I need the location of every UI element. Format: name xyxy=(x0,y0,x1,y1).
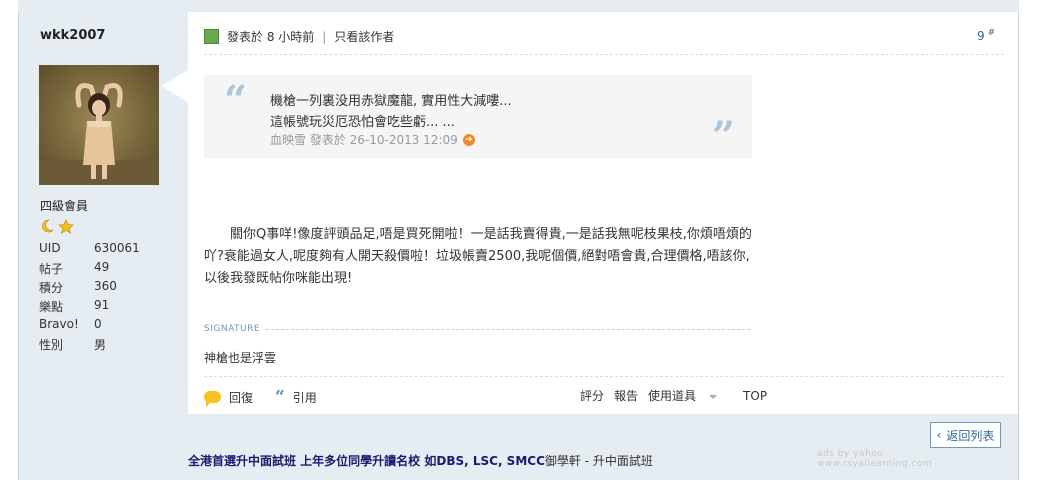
header-divider xyxy=(204,54,1004,55)
stat-value: 360 xyxy=(94,279,117,293)
stat-label: UID xyxy=(39,241,61,255)
stat-label: Bravo! xyxy=(39,317,79,331)
ads-credit: ads by yahoo www.rsyallearning.com xyxy=(817,449,932,469)
quote-button[interactable]: 引用 xyxy=(293,389,317,406)
author-rank[interactable]: 四級會員 xyxy=(40,197,88,214)
post-time: 發表於 8 小時前 xyxy=(227,30,315,44)
post-tools: 評分 報告 使用道具 TOP xyxy=(580,387,777,404)
stat-label: 樂點 xyxy=(39,300,64,314)
tools-label[interactable]: 使用道具 xyxy=(648,389,696,403)
quote-meta-text: 血映雪 發表於 26-10-2013 12:09 xyxy=(270,133,458,147)
stat-value[interactable]: 49 xyxy=(94,260,109,279)
quote-meta: 血映雪 發表於 26-10-2013 12:09 ➜ xyxy=(270,131,475,148)
stat-posts: 帖子 49 xyxy=(39,260,140,279)
stat-label: 積分 xyxy=(39,281,64,295)
star-icon xyxy=(58,219,74,234)
stat-label: 帖子 xyxy=(39,262,64,276)
floor-value[interactable]: 9 xyxy=(977,29,985,43)
post-header: 發表於 8 小時前 | 只看該作者 xyxy=(204,28,394,45)
top-divider xyxy=(188,10,1019,12)
back-to-list-button[interactable]: ‹ 返回列表 xyxy=(930,422,1001,448)
stat-bravo: Bravo! 0 xyxy=(39,317,140,336)
report-button[interactable]: 報告 xyxy=(614,387,638,404)
stat-value: 0 xyxy=(94,317,102,331)
top-button[interactable]: TOP xyxy=(743,389,767,403)
quote-line-1: 機槍一列裏没用赤獄魔龍, 實用性大減嘍... xyxy=(270,94,512,109)
close-quote-icon: ” xyxy=(712,113,736,160)
ad-suffix-text[interactable]: 御學軒 - 升中面試班 xyxy=(545,454,653,468)
quote-icon[interactable]: “ xyxy=(275,387,285,407)
online-status-icon xyxy=(204,29,219,44)
stat-label: 性別 xyxy=(39,338,64,352)
ad-link[interactable]: 全港首選升中面試班 上年多位同學升讀名校 如DBS, LSC, SMCC御學軒 … xyxy=(188,452,653,469)
stat-value: 91 xyxy=(94,298,110,312)
bottom-bar xyxy=(19,414,1018,480)
open-quote-icon: “ xyxy=(224,77,248,124)
signature-text: 神槍也是浮雲 xyxy=(204,351,277,365)
signature-label: SIGNATURE xyxy=(204,324,750,334)
reply-button[interactable]: 回復 xyxy=(229,389,253,406)
ads-site-text: www.rsyallearning.com xyxy=(817,459,933,469)
moon-icon xyxy=(42,219,54,233)
signature-label-text: SIGNATURE xyxy=(204,324,261,334)
floor-number[interactable]: 9 # xyxy=(977,28,995,43)
quote-block: “ 機槍一列裏没用赤獄魔龍, 實用性大減嘍... 這帳號玩災厄恐怕會吃些虧...… xyxy=(204,75,752,160)
stat-credits: 積分 360 xyxy=(39,279,140,298)
only-author-link[interactable]: 只看該作者 xyxy=(334,28,394,45)
post-body: 關你Q事咩!像度評頭品足,唔是買死開啦！一是話我賣得貴,一是話我無呢枝果枝,你煩… xyxy=(204,227,752,286)
reply-icon[interactable] xyxy=(204,391,221,407)
signature-divider xyxy=(204,376,1004,377)
ad-main-text[interactable]: 全港首選升中面試班 上年多位同學升讀名校 如DBS, LSC, SMCC xyxy=(188,454,545,468)
stat-points: 樂點 91 xyxy=(39,298,140,317)
ads-by-text: ads by yahoo xyxy=(817,449,884,459)
author-stats: UID 630061 帖子 49 積分 360 樂點 91 Bravo! 0 性別 男 xyxy=(39,241,140,355)
avatar[interactable] xyxy=(39,65,159,185)
stat-gender: 性別 男 xyxy=(39,336,140,355)
stat-value[interactable]: 630061 xyxy=(94,241,140,260)
author-username[interactable]: wkk2007 xyxy=(40,28,105,43)
quote-line-2: 這帳號玩災厄恐怕會吃些虧... ... xyxy=(270,115,455,130)
tools-menu[interactable]: 使用道具 xyxy=(648,387,727,404)
post-actions: 回復 “ 引用 xyxy=(204,387,317,407)
separator: | xyxy=(322,29,327,44)
stat-uid: UID 630061 xyxy=(39,241,140,260)
goto-post-icon[interactable]: ➜ xyxy=(462,133,475,146)
chevron-left-icon: ‹ xyxy=(936,428,942,442)
rank-stars xyxy=(40,218,76,237)
back-label[interactable]: 返回列表 xyxy=(946,427,994,444)
rate-button[interactable]: 評分 xyxy=(580,387,604,404)
chevron-down-icon xyxy=(709,394,718,399)
floor-mark: # xyxy=(987,28,996,38)
stat-value: 男 xyxy=(94,338,107,352)
